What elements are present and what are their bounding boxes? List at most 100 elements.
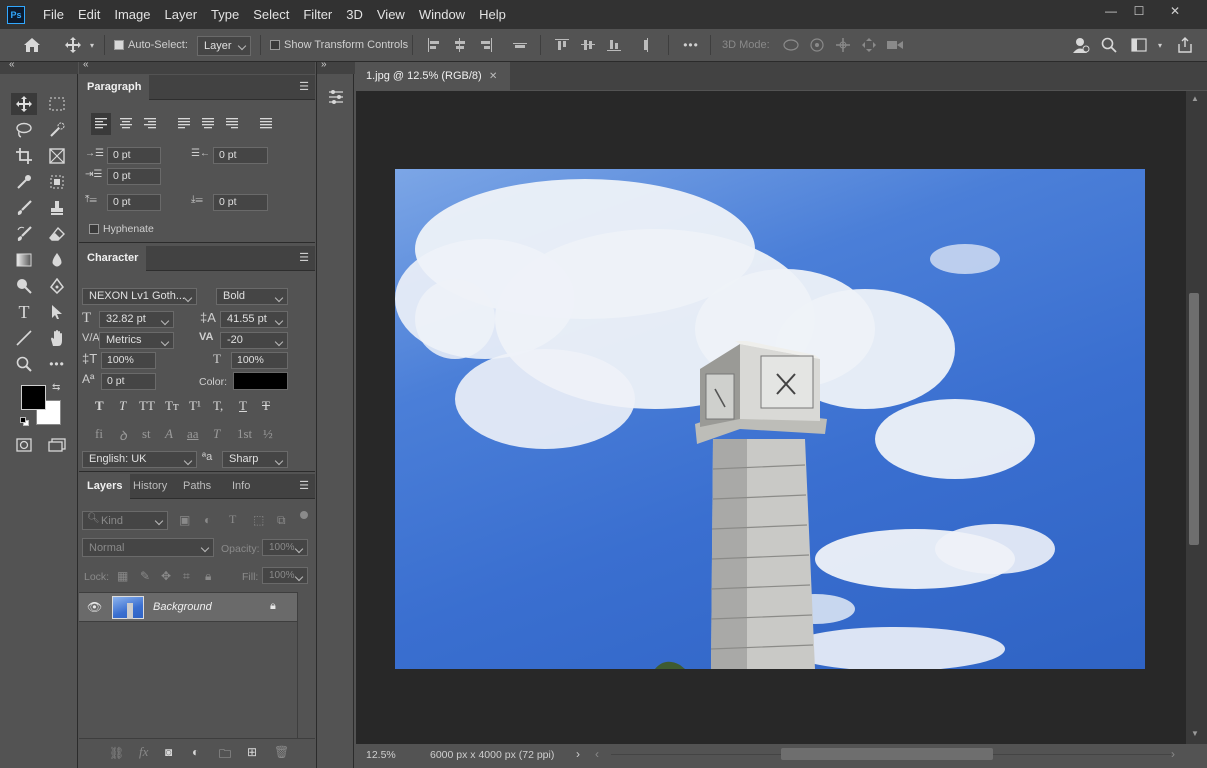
baseline-shift-input[interactable]: 0 pt [101,373,156,390]
font-style-dropdown[interactable]: Bold [216,288,288,305]
blend-mode-dropdown[interactable]: Normal [82,538,214,557]
all-caps-button[interactable]: TT [139,398,155,414]
properties-icon[interactable] [321,84,351,110]
filter-toggle-icon[interactable] [300,511,308,519]
share-icon[interactable] [1174,35,1196,55]
align-left-text-button[interactable] [91,113,111,135]
gradient-tool[interactable] [11,249,37,271]
eraser-tool[interactable] [44,223,70,245]
object-selection-tool[interactable] [44,171,70,193]
indent-right-input[interactable]: 0 pt [213,147,268,164]
3d-camera-icon[interactable] [884,36,906,54]
minimize-button[interactable]: — [1096,0,1126,22]
discretionary-ligatures-button[interactable]: st [142,426,151,442]
scroll-right-icon[interactable]: › [1171,747,1175,761]
show-transform-checkbox[interactable] [270,40,280,50]
history-brush-tool[interactable] [11,223,37,245]
menu-type[interactable]: Type [205,7,245,22]
text-color-swatch[interactable] [233,372,288,390]
ligatures-button[interactable]: fi [95,426,103,442]
3d-slide-icon[interactable] [858,36,880,54]
blur-tool[interactable] [44,249,70,271]
superscript-button[interactable]: T¹ [189,398,201,414]
strikethrough-button[interactable]: T [262,398,270,414]
layer-style-icon[interactable]: fx [139,744,148,760]
status-menu-arrow-icon[interactable]: › [576,747,580,761]
justify-last-left-button[interactable] [174,113,194,135]
crop-tool[interactable] [11,145,37,167]
space-before-input[interactable]: 0 pt [107,194,161,211]
swash-button[interactable]: A [165,426,173,442]
justify-all-button[interactable] [256,113,276,135]
align-bottom-icon[interactable] [604,37,624,53]
new-layer-icon[interactable]: ⊞ [247,745,257,759]
stylistic-alternates-button[interactable]: aa [187,426,199,442]
eyedropper-tool[interactable] [11,171,37,193]
layer-name[interactable]: Background [153,601,212,613]
menu-file[interactable]: File [37,7,70,22]
distribute-icon[interactable] [510,37,530,53]
tracking-dropdown[interactable]: -20 [220,332,288,349]
align-center-icon[interactable] [450,37,470,53]
tab-paths[interactable]: Paths [177,474,217,499]
scroll-up-icon[interactable]: ▲ [1191,94,1199,103]
auto-select-checkbox[interactable] [114,40,124,50]
opacity-input[interactable]: 100% [262,539,308,556]
move-tool[interactable] [11,93,37,115]
lock-image-icon[interactable]: ✎ [140,569,150,583]
scroll-down-icon[interactable]: ▼ [1191,729,1199,738]
menu-help[interactable]: Help [473,7,512,22]
tab-layers[interactable]: Layers [79,474,131,499]
font-size-dropdown[interactable]: 32.82 pt [99,311,174,328]
type-tool[interactable]: T [11,301,37,323]
lasso-tool[interactable] [11,119,37,141]
titling-alternates-button[interactable]: T [213,426,220,442]
pen-tool[interactable] [44,275,70,297]
close-window-button[interactable]: ✕ [1160,0,1190,22]
tab-info[interactable]: Info [226,474,256,499]
add-mask-icon[interactable]: ◙ [165,745,172,759]
align-right-text-button[interactable] [140,113,160,135]
collapse-tools-icon[interactable]: « [9,59,15,70]
zoom-tool[interactable] [11,353,37,375]
auto-select-dropdown[interactable]: Layer [197,36,251,56]
language-dropdown[interactable]: English: UK [82,451,197,468]
filter-adjustment-icon[interactable]: ◐ [204,513,211,527]
justify-last-center-button[interactable] [198,113,218,135]
move-tool-icon[interactable] [62,35,84,55]
fill-input[interactable]: 100% [262,567,308,584]
swap-colors-icon[interactable]: ⇆ [52,382,60,393]
menu-filter[interactable]: Filter [297,7,338,22]
menu-3d[interactable]: 3D [340,7,369,22]
align-top-icon[interactable] [552,37,572,53]
menu-image[interactable]: Image [108,7,156,22]
document-image[interactable] [395,169,1145,669]
quick-mask-icon[interactable] [11,434,37,456]
quick-selection-tool[interactable] [44,119,70,141]
edit-toolbar-icon[interactable]: ••• [44,353,70,375]
menu-window[interactable]: Window [413,7,471,22]
indent-first-line-input[interactable]: 0 pt [107,168,161,185]
layer-row-background[interactable]: 👁︎ Background 🔒︎ [79,592,297,622]
ordinals-button[interactable]: 1st [237,426,252,442]
anti-alias-dropdown[interactable]: Sharp [222,451,288,468]
marquee-tool[interactable] [44,93,70,115]
frame-tool[interactable] [44,145,70,167]
lock-transparent-icon[interactable]: ▦ [117,569,128,583]
filter-pixel-icon[interactable]: ▣ [179,513,190,527]
vertical-scale-input[interactable]: 100% [101,352,156,369]
foreground-color-swatch[interactable] [21,385,46,410]
font-family-dropdown[interactable]: NEXON Lv1 Goth... [82,288,197,305]
indent-left-input[interactable]: 0 pt [107,147,161,164]
panel-menu-icon[interactable]: ☰ [299,80,309,93]
faux-italic-button[interactable]: T [119,398,126,414]
scroll-left-icon[interactable]: ‹ [595,747,599,761]
brush-tool[interactable] [11,197,37,219]
tool-preset-chevron-icon[interactable]: ▾ [86,37,98,53]
3d-orbit-icon[interactable] [780,36,802,54]
subscript-button[interactable]: T, [213,398,223,414]
document-tab[interactable]: 1.jpg @ 12.5% (RGB/8) ✕ [356,62,510,91]
tab-character[interactable]: Character [79,246,147,271]
default-colors-icon[interactable] [20,417,29,426]
screen-mode-icon[interactable] [44,434,70,456]
